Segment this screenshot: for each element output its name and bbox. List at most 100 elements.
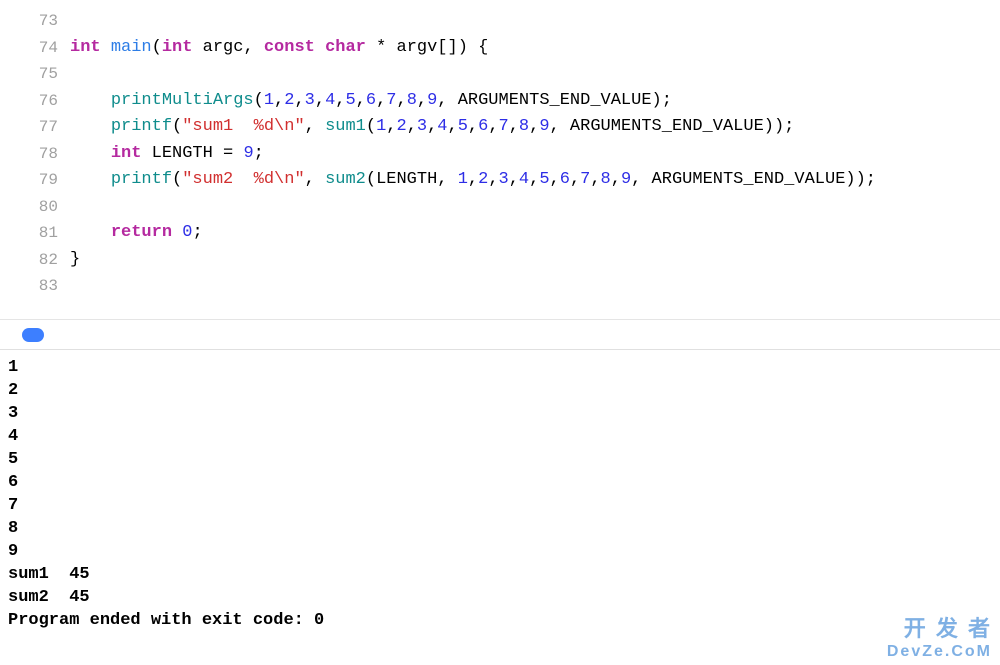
code-line[interactable]	[70, 8, 1000, 35]
token-num: 8	[601, 170, 611, 189]
token-str: "sum1 %d\n"	[182, 117, 304, 136]
token-plain: , ARGUMENTS_END_VALUE));	[631, 170, 876, 189]
token-plain	[70, 144, 111, 163]
token-plain	[70, 170, 111, 189]
watermark-text-2: DevZe.CoM	[887, 643, 992, 661]
token-num: 2	[396, 117, 406, 136]
token-num: 4	[519, 170, 529, 189]
line-number: 78	[0, 141, 58, 168]
code-line[interactable]	[70, 194, 1000, 221]
console-line: 7	[8, 494, 992, 517]
token-num: 5	[539, 170, 549, 189]
token-plain: ,	[570, 170, 580, 189]
token-num: 9	[243, 144, 253, 163]
line-number: 75	[0, 61, 58, 88]
token-num: 5	[458, 117, 468, 136]
token-num: 9	[539, 117, 549, 136]
token-num: 1	[458, 170, 468, 189]
token-plain: ,	[529, 170, 539, 189]
token-num: 9	[621, 170, 631, 189]
token-num: 3	[305, 91, 315, 110]
token-plain: ,	[468, 117, 478, 136]
console-line: 9	[8, 540, 992, 563]
token-plain	[70, 91, 111, 110]
token-plain	[70, 117, 111, 136]
token-plain: ,	[468, 170, 478, 189]
line-number: 77	[0, 114, 58, 141]
token-plain: ,	[427, 117, 437, 136]
token-fn: sum1	[325, 117, 366, 136]
code-editor[interactable]: 7374757677787980818283 int main(int argc…	[0, 0, 1000, 320]
token-num: 5	[345, 91, 355, 110]
token-fn: printMultiArgs	[111, 91, 254, 110]
token-plain	[315, 38, 325, 57]
console-line: 1	[8, 356, 992, 379]
token-plain: argc,	[192, 38, 263, 57]
token-fn: sum2	[325, 170, 366, 189]
watermark: 开 发 者 DevZe.CoM	[887, 611, 992, 661]
token-num: 6	[560, 170, 570, 189]
token-str: "sum2 %d\n"	[182, 170, 304, 189]
token-plain: ,	[315, 91, 325, 110]
code-line[interactable]	[70, 273, 1000, 300]
token-num: 8	[519, 117, 529, 136]
token-num: 6	[478, 117, 488, 136]
token-plain: ,	[386, 117, 396, 136]
token-plain: (	[172, 117, 182, 136]
code-line[interactable]: printf("sum2 %d\n", sum2(LENGTH, 1,2,3,4…	[70, 167, 1000, 194]
token-kw: int	[162, 38, 193, 57]
console-output[interactable]: 123456789sum1 45sum2 45Program ended wit…	[0, 350, 1000, 638]
code-line[interactable]: printMultiArgs(1,2,3,4,5,6,7,8,9, ARGUME…	[70, 88, 1000, 115]
line-number: 79	[0, 167, 58, 194]
console-line: 6	[8, 471, 992, 494]
token-plain: ,	[509, 117, 519, 136]
token-plain: ;	[254, 144, 264, 163]
token-kw: char	[325, 38, 366, 57]
console-line: 5	[8, 448, 992, 471]
token-plain	[172, 223, 182, 242]
code-content[interactable]: int main(int argc, const char * argv[]) …	[70, 0, 1000, 319]
token-id: main	[111, 38, 152, 57]
token-kw: int	[70, 38, 101, 57]
token-num: 7	[386, 91, 396, 110]
token-plain	[70, 223, 111, 242]
token-plain: * argv[]) {	[366, 38, 488, 57]
token-plain: ,	[488, 117, 498, 136]
token-plain: ,	[611, 170, 621, 189]
line-number: 74	[0, 35, 58, 62]
console-line: sum1 45	[8, 563, 992, 586]
token-num: 0	[182, 223, 192, 242]
code-line[interactable]: int main(int argc, const char * argv[]) …	[70, 35, 1000, 62]
line-number: 83	[0, 273, 58, 300]
token-plain: LENGTH =	[141, 144, 243, 163]
code-line[interactable]: return 0;	[70, 220, 1000, 247]
token-plain: (	[254, 91, 264, 110]
token-plain: ,	[529, 117, 539, 136]
code-line[interactable]: printf("sum1 %d\n", sum1(1,2,3,4,5,6,7,8…	[70, 114, 1000, 141]
console-line: 2	[8, 379, 992, 402]
token-plain: , ARGUMENTS_END_VALUE);	[437, 91, 672, 110]
filter-pill-icon[interactable]	[22, 328, 44, 342]
line-number: 80	[0, 194, 58, 221]
token-plain: ,	[305, 170, 325, 189]
token-num: 7	[499, 117, 509, 136]
token-num: 3	[499, 170, 509, 189]
token-plain: (	[366, 117, 376, 136]
token-plain: ,	[376, 91, 386, 110]
token-fn: printf	[111, 170, 172, 189]
code-line[interactable]	[70, 61, 1000, 88]
token-num: 7	[580, 170, 590, 189]
token-plain: ,	[294, 91, 304, 110]
token-kw: int	[111, 144, 142, 163]
watermark-text-1: 开 发 者	[887, 611, 992, 643]
token-plain: ;	[192, 223, 202, 242]
console-line: 3	[8, 402, 992, 425]
token-plain: ,	[396, 91, 406, 110]
token-plain: ,	[488, 170, 498, 189]
code-line[interactable]: }	[70, 247, 1000, 274]
token-num: 2	[478, 170, 488, 189]
token-plain: ,	[417, 91, 427, 110]
code-line[interactable]: int LENGTH = 9;	[70, 141, 1000, 168]
token-num: 1	[376, 117, 386, 136]
token-num: 6	[366, 91, 376, 110]
